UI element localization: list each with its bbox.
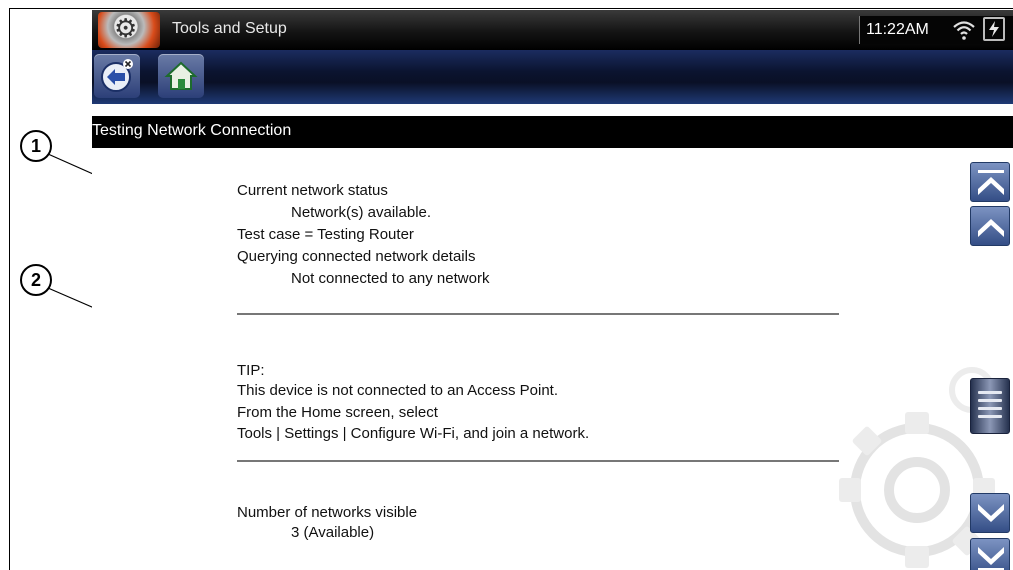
- scroll-thumb[interactable]: [970, 378, 1010, 434]
- scroll-up-icon: [978, 219, 1004, 237]
- gear-icon: ⚙: [114, 13, 138, 43]
- tip-line: From the Home screen, select: [237, 404, 438, 421]
- back-exit-button[interactable]: [94, 54, 140, 98]
- clock: 11:22AM: [866, 21, 929, 38]
- toolbar: [92, 50, 1013, 104]
- status-area: 11:22AM: [859, 16, 1013, 44]
- scroll-up-button[interactable]: [970, 206, 1010, 246]
- app-title: Tools and Setup: [172, 20, 287, 37]
- tip-heading: TIP:: [237, 362, 265, 379]
- networks-value: 3 (Available): [291, 524, 375, 541]
- screen-title: Testing Network Connection: [92, 122, 292, 139]
- test-case-line: Test case = Testing Router: [237, 226, 414, 243]
- home-icon: [164, 61, 198, 90]
- back-exit-icon: [101, 59, 133, 92]
- scroll-down-icon: [978, 504, 1004, 522]
- query-heading: Querying connected network details: [237, 248, 476, 265]
- query-value: Not connected to any network: [291, 270, 490, 287]
- divider: [237, 460, 839, 462]
- tip-line: This device is not connected to an Acces…: [237, 382, 559, 399]
- scroll-top-button[interactable]: [970, 162, 1010, 202]
- screen-header: Testing Network Connection: [92, 116, 1013, 148]
- tools-gear-icon[interactable]: ⚙: [98, 12, 160, 48]
- callout-2: 2: [20, 264, 52, 296]
- scroll-bottom-button[interactable]: [970, 538, 1010, 570]
- scroll-bottom-icon: [978, 547, 1004, 570]
- tip-line: Tools | Settings | Configure Wi-Fi, and …: [237, 425, 590, 442]
- divider: [237, 313, 839, 315]
- status-value: Network(s) available.: [291, 204, 432, 221]
- home-button[interactable]: [158, 54, 204, 98]
- status-heading: Current network status: [237, 182, 388, 199]
- wifi-icon: [953, 21, 975, 40]
- scrollbar: [968, 148, 1013, 570]
- networks-heading: Number of networks visible: [237, 504, 418, 521]
- title-bar: ⚙ Tools and Setup 11:22AM: [92, 10, 1013, 50]
- scroll-top-icon: [978, 170, 1004, 195]
- battery-charging-icon: [983, 17, 1005, 41]
- scroll-down-button[interactable]: [970, 493, 1010, 533]
- callout-1: 1: [20, 130, 52, 162]
- device-screen: ⚙ Tools and Setup 11:22AM Testing Networ…: [92, 10, 1013, 570]
